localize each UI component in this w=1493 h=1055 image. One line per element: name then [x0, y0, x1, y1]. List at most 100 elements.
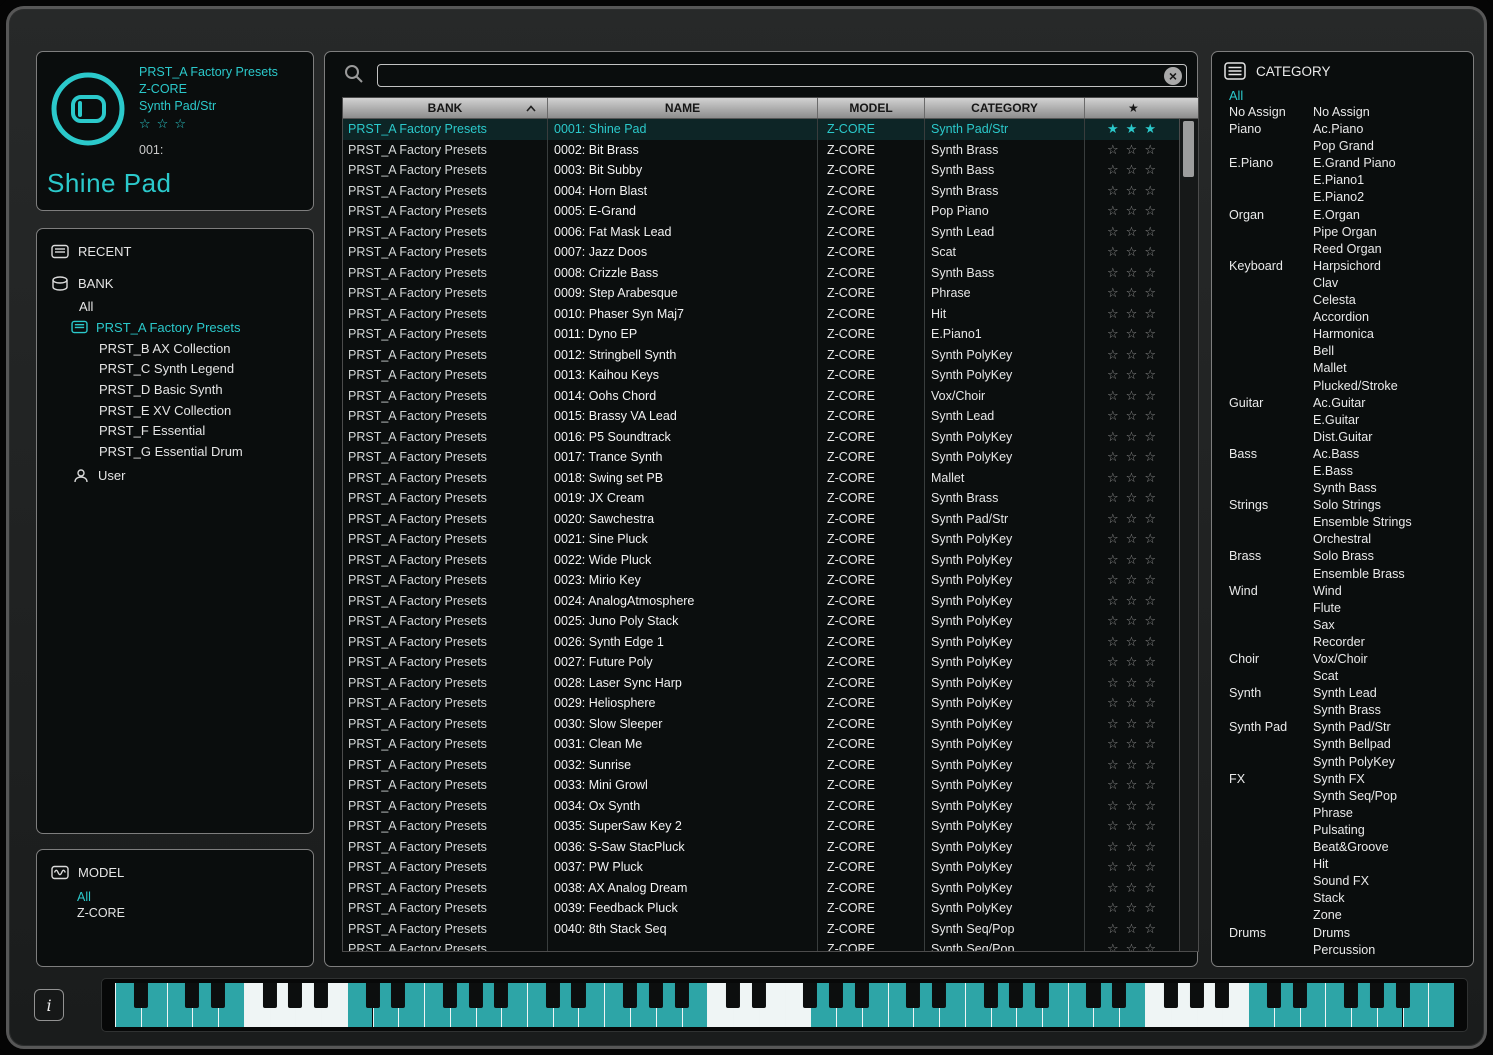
- star-icon[interactable]: ☆: [1107, 900, 1119, 915]
- bank-item[interactable]: PRST_G Essential Drum: [51, 441, 313, 462]
- star-icon[interactable]: ☆: [1126, 880, 1138, 895]
- star-icon[interactable]: ☆: [1144, 900, 1156, 915]
- category-sub[interactable]: Vox/Choir: [1313, 651, 1473, 668]
- rating-stars[interactable]: ☆☆☆: [1085, 529, 1178, 550]
- model-header[interactable]: MODEL: [51, 860, 313, 884]
- table-row[interactable]: PRST_A Factory Presets0014: Oohs ChordZ-…: [343, 386, 1179, 407]
- piano-key-white[interactable]: [1428, 983, 1454, 1027]
- table-row[interactable]: PRST_A Factory Presets0038: AX Analog Dr…: [343, 878, 1179, 899]
- category-sub[interactable]: Synth Seq/Pop: [1313, 788, 1473, 805]
- rating-stars[interactable]: ☆☆☆: [1085, 365, 1178, 386]
- category-sub[interactable]: Harmonica: [1313, 326, 1473, 343]
- star-icon[interactable]: ☆: [1107, 265, 1119, 280]
- star-icon[interactable]: ☆: [1144, 777, 1156, 792]
- star-icon[interactable]: ☆: [1126, 183, 1138, 198]
- star-icon[interactable]: ☆: [1126, 388, 1138, 403]
- category-main[interactable]: No Assign: [1229, 104, 1313, 121]
- star-icon[interactable]: ☆: [1144, 470, 1156, 485]
- piano-key-black[interactable]: [365, 983, 379, 1008]
- category-sub[interactable]: E.Grand Piano: [1313, 155, 1473, 172]
- category-sub[interactable]: Ensemble Strings: [1313, 514, 1473, 531]
- star-icon[interactable]: ☆: [1107, 634, 1119, 649]
- table-row[interactable]: PRST_A Factory Presets0022: Wide PluckZ-…: [343, 550, 1179, 571]
- category-sub[interactable]: Ac.Bass: [1313, 446, 1473, 463]
- piano-key-black[interactable]: [829, 983, 843, 1008]
- star-icon[interactable]: ☆: [1126, 490, 1138, 505]
- category-sub[interactable]: Zone: [1313, 907, 1473, 924]
- star-icon[interactable]: ☆: [1126, 675, 1138, 690]
- star-icon[interactable]: ☆: [1107, 429, 1119, 444]
- sort-ascending-icon[interactable]: [525, 104, 537, 113]
- column-header-model[interactable]: MODEL: [818, 98, 925, 118]
- star-icon[interactable]: ☆: [1107, 880, 1119, 895]
- star-icon[interactable]: ☆: [1144, 818, 1156, 833]
- category-main[interactable]: Synth: [1229, 685, 1313, 719]
- nav-bank[interactable]: BANK: [51, 271, 313, 295]
- star-icon[interactable]: ☆: [1144, 203, 1156, 218]
- table-row[interactable]: PRST_A Factory Presets0020: SawchestraZ-…: [343, 509, 1179, 530]
- rating-stars[interactable]: ☆☆☆: [1085, 550, 1178, 571]
- nav-user[interactable]: User: [73, 465, 313, 487]
- rating-stars[interactable]: ☆☆☆: [1085, 816, 1178, 837]
- category-sub[interactable]: Plucked/Stroke: [1313, 378, 1473, 395]
- star-icon[interactable]: ☆: [1126, 695, 1138, 710]
- category-sub[interactable]: Pop Grand: [1313, 138, 1473, 155]
- category-sub[interactable]: Harpsichord: [1313, 258, 1473, 275]
- rating-stars[interactable]: ☆☆☆: [1085, 837, 1178, 858]
- star-icon[interactable]: ☆: [1126, 162, 1138, 177]
- piano-key-black[interactable]: [649, 983, 663, 1008]
- star-icon[interactable]: ☆: [1107, 388, 1119, 403]
- piano-key-black[interactable]: [262, 983, 276, 1008]
- star-icon[interactable]: ★: [1126, 121, 1138, 136]
- rating-stars[interactable]: ☆☆☆: [1085, 570, 1178, 591]
- star-icon[interactable]: ☆: [1107, 839, 1119, 854]
- star-icon[interactable]: ☆: [1107, 572, 1119, 587]
- star-icon[interactable]: ☆: [1144, 552, 1156, 567]
- rating-stars[interactable]: ☆☆☆: [1085, 755, 1178, 776]
- star-icon[interactable]: ☆: [1126, 757, 1138, 772]
- star-icon[interactable]: ☆: [1107, 511, 1119, 526]
- star-icon[interactable]: ☆: [139, 116, 151, 131]
- rating-stars[interactable]: ☆☆☆: [1085, 283, 1178, 304]
- star-icon[interactable]: ☆: [1126, 224, 1138, 239]
- piano-key-black[interactable]: [855, 983, 869, 1008]
- category-sub[interactable]: Pulsating: [1313, 822, 1473, 839]
- preset-rating-stars[interactable]: ☆☆☆: [139, 115, 278, 133]
- table-row[interactable]: PRST_A Factory Presets0018: Swing set PB…: [343, 468, 1179, 489]
- star-icon[interactable]: ☆: [1144, 183, 1156, 198]
- star-icon[interactable]: ☆: [1107, 818, 1119, 833]
- category-sub[interactable]: Accordion: [1313, 309, 1473, 326]
- piano-key-black[interactable]: [983, 983, 997, 1008]
- piano-key-black[interactable]: [288, 983, 302, 1008]
- piano-key-black[interactable]: [906, 983, 920, 1008]
- star-icon[interactable]: ☆: [1144, 306, 1156, 321]
- star-icon[interactable]: ☆: [1126, 470, 1138, 485]
- category-sub[interactable]: Ac.Piano: [1313, 121, 1473, 138]
- star-icon[interactable]: ☆: [1126, 859, 1138, 874]
- star-icon[interactable]: ☆: [1126, 798, 1138, 813]
- rating-stars[interactable]: ☆☆☆: [1085, 611, 1178, 632]
- rating-stars[interactable]: ☆☆☆: [1085, 591, 1178, 612]
- star-icon[interactable]: ☆: [1107, 203, 1119, 218]
- star-icon[interactable]: ☆: [1144, 613, 1156, 628]
- rating-stars[interactable]: ☆☆☆: [1085, 919, 1178, 940]
- rating-stars[interactable]: ☆☆☆: [1085, 242, 1178, 263]
- star-icon[interactable]: ☆: [1126, 572, 1138, 587]
- category-sub[interactable]: Solo Strings: [1313, 497, 1473, 514]
- star-icon[interactable]: ☆: [174, 116, 186, 131]
- bank-item[interactable]: PRST_D Basic Synth: [51, 379, 313, 400]
- table-row[interactable]: PRST_A Factory Presets0017: Trance Synth…: [343, 447, 1179, 468]
- rating-stars[interactable]: ★★★: [1085, 119, 1178, 140]
- rating-stars[interactable]: ☆☆☆: [1085, 406, 1178, 427]
- piano-key-black[interactable]: [134, 983, 148, 1008]
- star-icon[interactable]: ☆: [1144, 839, 1156, 854]
- category-sub[interactable]: Recorder: [1313, 634, 1473, 651]
- star-icon[interactable]: ☆: [1107, 470, 1119, 485]
- category-sub[interactable]: E.Piano1: [1313, 172, 1473, 189]
- star-icon[interactable]: ☆: [1107, 408, 1119, 423]
- star-icon[interactable]: ☆: [1126, 142, 1138, 157]
- star-icon[interactable]: ☆: [1144, 798, 1156, 813]
- category-sub[interactable]: Synth Pad/Str: [1313, 719, 1473, 736]
- star-icon[interactable]: ☆: [1126, 347, 1138, 362]
- star-icon[interactable]: ☆: [1126, 941, 1138, 951]
